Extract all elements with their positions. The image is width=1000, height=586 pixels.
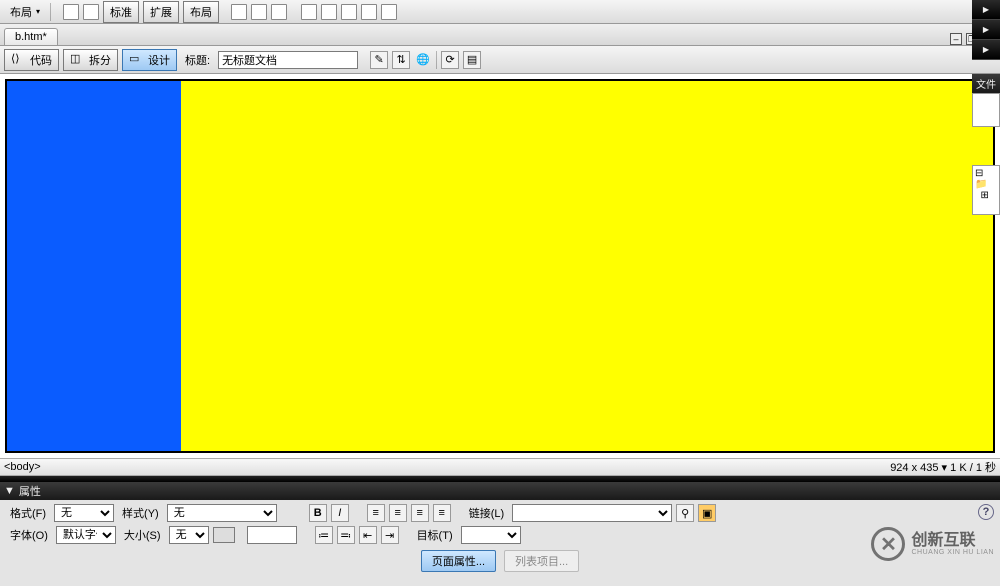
rail-toggle[interactable]: ▶: [972, 0, 1000, 20]
tag-selector-bar: <body> 924 x 435 ▾ 1 K / 1 秒: [0, 458, 1000, 476]
toolbar-icon[interactable]: [381, 4, 397, 20]
watermark-logo: 创新互联 CHUANG XIN HU LIAN: [871, 527, 994, 561]
outdent-icon[interactable]: ⇤: [359, 526, 377, 544]
keywords-icon[interactable]: ⇅: [392, 51, 410, 69]
logo-mark-icon: [871, 527, 905, 561]
files-tree[interactable]: ⊟ 📁 ⊞: [972, 165, 1000, 215]
align-right-icon[interactable]: ≡: [411, 504, 429, 522]
refresh-icon[interactable]: ⟳: [441, 51, 459, 69]
top-toolbar: 布局 标准 扩展 布局: [0, 0, 1000, 24]
link-chain-icon[interactable]: ⚲: [676, 504, 694, 522]
properties-panel: ? 格式(F) 无 样式(Y) 无 B I ≡ ≡ ≡ ≡ 链接(L) ⚲ ▣ …: [0, 500, 1000, 586]
btn-standard[interactable]: 标准: [103, 1, 139, 23]
style-select[interactable]: 无: [167, 504, 277, 522]
props-row-2: 字体(O) 默认字体 大小(S) 无 ≔ ≕ ⇤ ⇥ 目标(T): [6, 526, 994, 544]
files-panel: 文件 ⊟ 📁 ⊞: [972, 74, 1000, 215]
collapse-icon[interactable]: ▼: [4, 485, 15, 497]
document-tab[interactable]: b.htm*: [4, 28, 58, 45]
toolbar-icon[interactable]: [83, 4, 99, 20]
btn-layout[interactable]: 布局: [183, 1, 219, 23]
files-body[interactable]: [972, 93, 1000, 127]
body-tag[interactable]: <body>: [4, 461, 41, 473]
toolbar-icon[interactable]: [251, 4, 267, 20]
style-label: 样式(Y): [122, 505, 159, 521]
font-select[interactable]: 默认字体: [56, 526, 116, 544]
toolbar-icon[interactable]: [231, 4, 247, 20]
panel-title: 属性: [19, 483, 41, 499]
indent-icon[interactable]: ⇥: [381, 526, 399, 544]
separator: [436, 51, 437, 69]
align-center-icon[interactable]: ≡: [389, 504, 407, 522]
design-canvas[interactable]: [0, 74, 1000, 458]
props-row-1: 格式(F) 无 样式(Y) 无 B I ≡ ≡ ≡ ≡ 链接(L) ⚲ ▣: [6, 504, 994, 522]
view-toolbar: ⟨⟩ 代码 ◫ 拆分 ▭ 设计 标题: ✎ ⇅ 🌐 ⟳ ▤: [0, 46, 1000, 74]
minimize-icon[interactable]: –: [950, 33, 962, 45]
globe-icon[interactable]: 🌐: [414, 51, 432, 69]
rail-toggle[interactable]: ▶: [972, 40, 1000, 60]
title-label: 标题:: [185, 52, 210, 68]
link-label: 链接(L): [469, 505, 504, 521]
size-label: 大小(S): [124, 527, 161, 543]
bold-button[interactable]: B: [309, 504, 327, 522]
toolbar-icon[interactable]: [271, 4, 287, 20]
font-label: 字体(O): [10, 527, 48, 543]
link-select[interactable]: [512, 504, 672, 522]
size-input[interactable]: [247, 526, 297, 544]
align-justify-icon[interactable]: ≡: [433, 504, 451, 522]
properties-header[interactable]: ▼ 属性: [0, 482, 1000, 500]
toolbar-icon[interactable]: [341, 4, 357, 20]
separator: [50, 3, 51, 21]
list-ul-icon[interactable]: ≔: [315, 526, 333, 544]
help-icon[interactable]: ?: [978, 504, 994, 520]
check-icon[interactable]: ✎: [370, 51, 388, 69]
title-input[interactable]: [218, 51, 358, 69]
logo-text: 创新互联: [911, 533, 994, 549]
list-item-button[interactable]: 列表项目...: [504, 550, 579, 572]
blue-column[interactable]: [7, 81, 181, 451]
label: 设计: [148, 52, 170, 68]
props-row-3: 页面属性... 列表项目...: [6, 550, 994, 572]
layout-menu[interactable]: 布局: [4, 2, 46, 22]
right-dark-rail: ▶ ▶ ▶: [972, 0, 1000, 60]
label: 拆分: [89, 52, 111, 68]
design-icon: ▭: [129, 52, 145, 68]
rail-toggle[interactable]: ▶: [972, 20, 1000, 40]
files-header[interactable]: 文件: [972, 74, 1000, 93]
toolbar-icon[interactable]: [63, 4, 79, 20]
view-design-button[interactable]: ▭ 设计: [122, 49, 177, 71]
options-icon[interactable]: ▤: [463, 51, 481, 69]
format-select[interactable]: 无: [54, 504, 114, 522]
label: 代码: [30, 52, 52, 68]
toolbar-icon[interactable]: [321, 4, 337, 20]
size-select[interactable]: 无: [169, 526, 209, 544]
split-icon: ◫: [70, 52, 86, 68]
btn-expand[interactable]: 扩展: [143, 1, 179, 23]
toolbar-icon[interactable]: [361, 4, 377, 20]
text-color-swatch[interactable]: [213, 527, 235, 543]
canvas-dimensions[interactable]: 924 x 435 ▾ 1 K / 1 秒: [890, 459, 996, 475]
yellow-column[interactable]: [181, 81, 993, 451]
view-code-button[interactable]: ⟨⟩ 代码: [4, 49, 59, 71]
format-label: 格式(F): [10, 505, 46, 521]
toolbar-icon[interactable]: [301, 4, 317, 20]
view-split-button[interactable]: ◫ 拆分: [63, 49, 118, 71]
align-left-icon[interactable]: ≡: [367, 504, 385, 522]
target-label: 目标(T): [417, 527, 453, 543]
document-tab-bar: b.htm* – ❐ ✕: [0, 24, 1000, 46]
target-select[interactable]: [461, 526, 521, 544]
list-ol-icon[interactable]: ≕: [337, 526, 355, 544]
italic-button[interactable]: I: [331, 504, 349, 522]
folder-icon[interactable]: ▣: [698, 504, 716, 522]
logo-subtext: CHUANG XIN HU LIAN: [911, 549, 994, 556]
page-properties-button[interactable]: 页面属性...: [421, 550, 496, 572]
code-icon: ⟨⟩: [11, 52, 27, 68]
